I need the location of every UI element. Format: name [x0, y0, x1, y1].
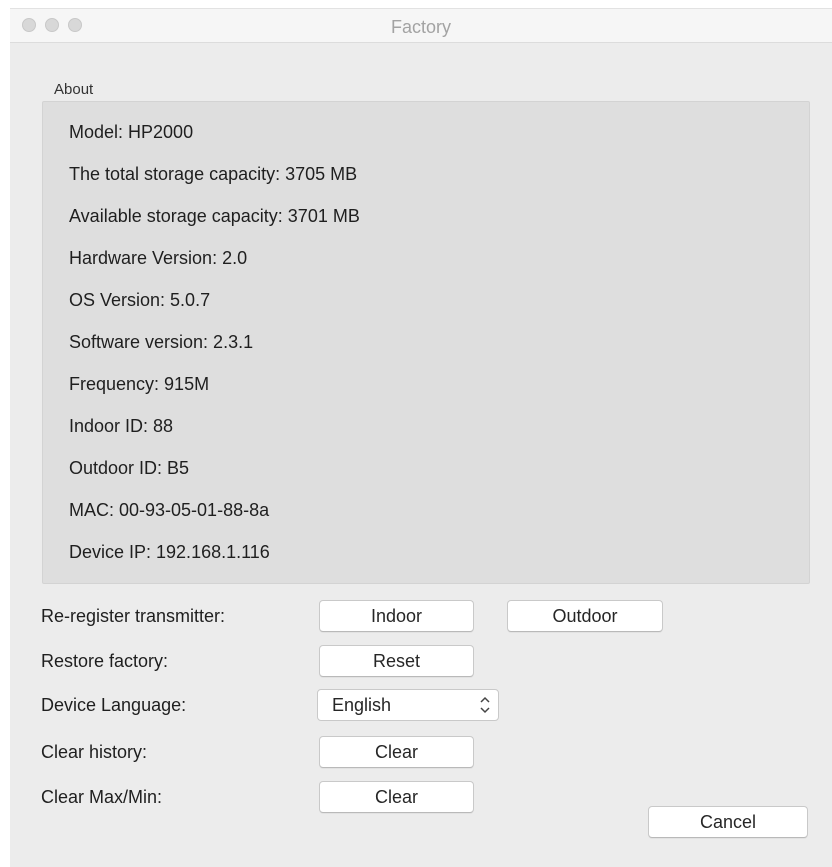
info-software-version: Software version: 2.3.1	[69, 332, 254, 352]
info-os-version: OS Version: 5.0.7	[69, 290, 211, 310]
cancel-button[interactable]: Cancel	[648, 806, 808, 838]
factory-window: Factory About Model: HP2000 The total st…	[10, 8, 832, 867]
indoor-button[interactable]: Indoor	[319, 600, 474, 632]
info-total-storage: The total storage capacity: 3705 MB	[69, 164, 358, 184]
info-device-ip: Device IP: 192.168.1.116	[69, 542, 270, 562]
info-model: Model: HP2000	[69, 122, 194, 142]
info-available-storage: Available storage capacity: 3701 MB	[69, 206, 360, 226]
restore-factory-label: Restore factory:	[41, 651, 169, 671]
clear-maxmin-label: Clear Max/Min:	[41, 787, 163, 807]
clear-history-label: Clear history:	[41, 742, 148, 762]
chevron-up-down-icon	[480, 695, 490, 715]
about-box: Model: HP2000 The total storage capacity…	[42, 101, 810, 584]
info-indoor-id: Indoor ID: 88	[69, 416, 174, 436]
info-outdoor-id: Outdoor ID: B5	[69, 458, 190, 478]
about-group-label: About	[54, 81, 94, 98]
clear-maxmin-button[interactable]: Clear	[319, 781, 474, 813]
info-mac: MAC: 00-93-05-01-88-8a	[69, 500, 270, 520]
clear-history-button[interactable]: Clear	[319, 736, 474, 768]
title-bar[interactable]: Factory	[10, 9, 832, 43]
info-hardware-version: Hardware Version: 2.0	[69, 248, 248, 268]
device-language-value: English	[332, 695, 392, 715]
reset-button[interactable]: Reset	[319, 645, 474, 677]
device-language-select[interactable]: English	[317, 689, 499, 721]
info-frequency: Frequency: 915M	[69, 374, 210, 394]
reregister-label: Re-register transmitter:	[41, 606, 226, 626]
outdoor-button[interactable]: Outdoor	[507, 600, 663, 632]
window-title: Factory	[390, 17, 451, 37]
device-language-label: Device Language:	[41, 695, 187, 715]
